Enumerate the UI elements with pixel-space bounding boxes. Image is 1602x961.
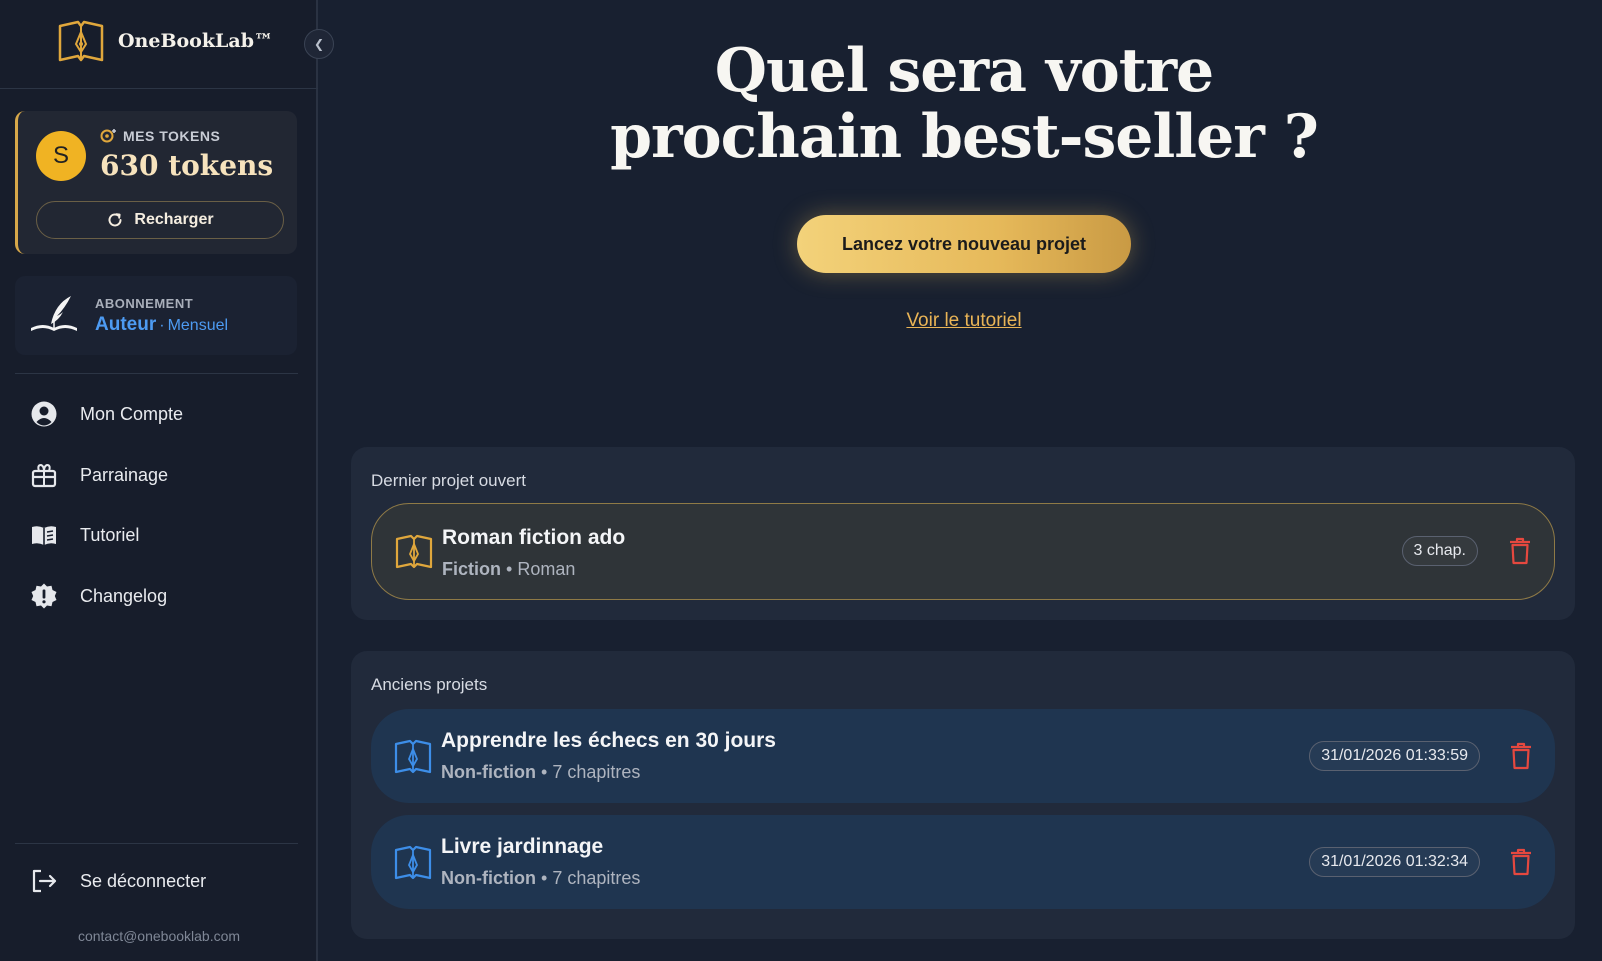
brand-name: OneBookLab™ xyxy=(118,30,273,52)
coins-icon xyxy=(100,129,116,143)
hero-title-line: prochain best-seller ? xyxy=(610,102,1319,172)
open-book-pen-icon xyxy=(394,739,432,774)
subscription-label: ABONNEMENT xyxy=(95,296,194,311)
project-meta: Fiction • Roman xyxy=(442,559,575,580)
meta-dot: • xyxy=(541,868,548,888)
tokens-card: S MES TOKENS 630 tokens Recharger xyxy=(15,111,297,254)
project-name: Apprendre les échecs en 30 jours xyxy=(441,729,776,752)
logout-button[interactable]: Se déconnecter xyxy=(30,866,206,896)
tutorial-link-text[interactable]: Voir le tutoriel xyxy=(906,310,1021,331)
tokens-label: MES TOKENS xyxy=(100,128,220,144)
trash-icon[interactable] xyxy=(1509,742,1533,770)
nav-parrainage[interactable]: Parrainage xyxy=(30,460,168,490)
collapse-sidebar-button[interactable]: ❮ xyxy=(304,29,334,59)
section-title: Dernier projet ouvert xyxy=(371,471,526,490)
last-project-card[interactable]: Roman fiction ado Fiction • Roman 3 chap… xyxy=(371,503,1555,600)
book-open-icon xyxy=(32,526,56,545)
avatar[interactable]: S xyxy=(36,131,86,181)
project-name: Livre jardinnage xyxy=(441,835,604,858)
contact-email[interactable]: contact@onebooklab.com xyxy=(0,928,318,944)
old-projects-panel: Anciens projets Apprendre les échecs en … xyxy=(351,651,1575,939)
gift-icon xyxy=(31,463,57,488)
project-detail: 7 chapitres xyxy=(552,868,641,888)
subscription-period: Mensuel xyxy=(167,317,229,334)
project-name: Roman fiction ado xyxy=(442,526,626,549)
nav-tutoriel[interactable]: Tutoriel xyxy=(30,520,139,550)
project-row[interactable]: Apprendre les échecs en 30 jours Non-fic… xyxy=(371,709,1555,803)
section-title: Anciens projets xyxy=(371,675,488,694)
hero-title-line: Quel sera votre xyxy=(714,36,1214,106)
trash-icon[interactable] xyxy=(1508,537,1532,565)
project-category: Non-fiction xyxy=(441,762,536,782)
nav-mon-compte[interactable]: Mon Compte xyxy=(30,399,183,429)
brand[interactable]: OneBookLab™ xyxy=(56,18,273,64)
project-subtype: Roman xyxy=(517,559,576,579)
trash-icon[interactable] xyxy=(1509,848,1533,876)
subscription-card[interactable]: ABONNEMENT Auteur · Mensuel xyxy=(15,276,297,355)
hero-title: Quel sera votre prochain best-seller ? xyxy=(326,38,1602,170)
refresh-icon xyxy=(108,213,122,227)
subscription-plan-name: Auteur xyxy=(95,314,157,335)
divider xyxy=(15,373,298,374)
logout-label: Se déconnecter xyxy=(80,870,207,891)
sidebar: OneBookLab™ S MES TOKENS 630 tokens Rech… xyxy=(0,0,318,961)
project-meta: Non-fiction • 7 chapitres xyxy=(441,762,640,783)
quill-book-icon xyxy=(31,296,77,331)
new-project-button[interactable]: Lancez votre nouveau projet xyxy=(797,215,1131,273)
open-book-pen-icon xyxy=(395,534,433,569)
date-badge: 31/01/2026 01:32:34 xyxy=(1309,847,1480,877)
tutorial-link: Voir le tutoriel xyxy=(326,310,1602,332)
nav-label: Tutoriel xyxy=(80,524,140,545)
chapters-badge: 3 chap. xyxy=(1401,536,1478,566)
project-meta: Non-fiction • 7 chapitres xyxy=(441,868,640,889)
user-circle-icon xyxy=(31,401,57,427)
alert-badge-icon xyxy=(31,583,57,609)
project-category: Fiction xyxy=(442,559,501,579)
subscription-separator: · xyxy=(159,317,165,334)
divider xyxy=(15,843,298,844)
last-project-panel: Dernier projet ouvert Roman fiction ado … xyxy=(351,447,1575,620)
meta-dot: • xyxy=(506,559,513,579)
nav-label: Mon Compte xyxy=(80,403,184,424)
chevron-left-icon: ❮ xyxy=(313,37,325,51)
logout-icon xyxy=(32,869,57,893)
tokens-value: 630 tokens xyxy=(100,149,274,182)
nav-label: Parrainage xyxy=(80,464,169,485)
project-row[interactable]: Livre jardinnage Non-fiction • 7 chapitr… xyxy=(371,815,1555,909)
meta-dot: • xyxy=(541,762,548,782)
open-book-pen-icon xyxy=(58,20,104,62)
nav-changelog[interactable]: Changelog xyxy=(30,581,167,611)
recharge-button[interactable]: Recharger xyxy=(36,201,284,239)
divider xyxy=(0,88,318,89)
date-badge: 31/01/2026 01:33:59 xyxy=(1309,741,1480,771)
open-book-pen-icon xyxy=(394,845,432,880)
nav-label: Changelog xyxy=(80,585,168,606)
recharge-label: Recharger xyxy=(134,211,214,228)
subscription-plan: Auteur · Mensuel xyxy=(95,314,228,336)
tokens-label-text: MES TOKENS xyxy=(123,128,221,144)
project-category: Non-fiction xyxy=(441,868,536,888)
project-detail: 7 chapitres xyxy=(552,762,641,782)
